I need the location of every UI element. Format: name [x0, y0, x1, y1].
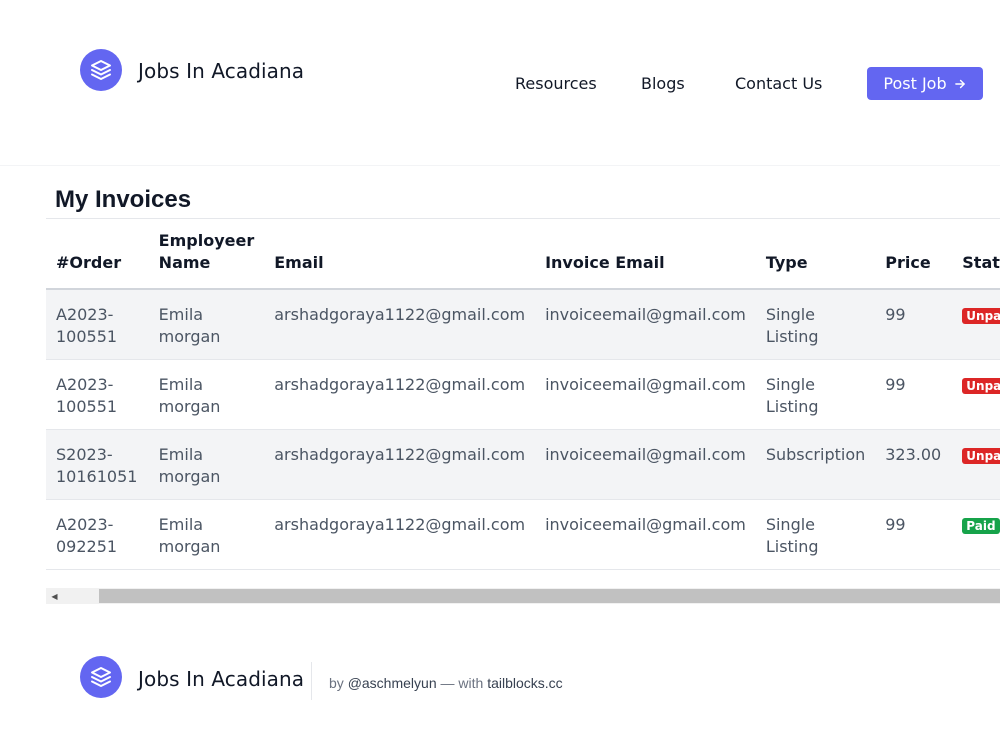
cell-invoice-email: invoiceemail@gmail.com [535, 429, 756, 499]
cell-invoice-email: invoiceemail@gmail.com [535, 289, 756, 359]
type-part: Single [765, 305, 816, 324]
brand-name[interactable]: Jobs In Acadiana [138, 59, 304, 83]
header-email: Email [264, 219, 536, 290]
name-part: Emila [158, 374, 204, 394]
cell-email: arshadgoraya1122@gmail.com [264, 289, 536, 359]
nav-resources[interactable]: Resources [515, 74, 597, 93]
nav-blogs[interactable]: Blogs [641, 74, 685, 93]
cell-price: 323.00 [875, 429, 953, 499]
cell-type: Single Listing [755, 499, 876, 569]
order-part: 092251 [56, 536, 118, 556]
type-part: Single [765, 514, 816, 534]
cell-price: 99 [875, 359, 953, 429]
order-part: A2023- [56, 305, 114, 324]
name-part: Emila [158, 444, 204, 464]
status-badge: Paid [962, 517, 1000, 534]
cell-employer-name: Emila morgan [148, 429, 265, 499]
footer-brand-logo[interactable] [80, 656, 122, 698]
table-row: A2023- 092251 Emila morgan arshadgoraya112… [46, 499, 1000, 569]
cell-employer-name: Emila morgan [148, 499, 265, 569]
cell-type: Single Listing [755, 289, 876, 359]
name-part: Emila [158, 514, 204, 534]
order-part: A2023- [56, 374, 114, 394]
credit-handle-link[interactable]: @aschmelyun [348, 675, 437, 691]
order-part: S2023- [56, 444, 113, 464]
credit-prefix: by [329, 675, 344, 691]
cell-email: arshadgoraya1122@gmail.com [264, 359, 536, 429]
footer-credit: by @aschmelyun — with tailblocks.cc [329, 675, 563, 691]
post-job-button[interactable]: Post Job [867, 67, 983, 100]
cell-order: A2023- 092251 [46, 499, 149, 569]
status-badge: Unpaid [962, 447, 1000, 464]
cell-email: arshadgoraya1122@gmail.com [264, 499, 536, 569]
layers-icon [91, 667, 111, 687]
credit-site-link[interactable]: tailblocks.cc [487, 675, 562, 691]
cell-order: S2023- 10161051 [46, 429, 149, 499]
header-price: Price [875, 219, 953, 290]
name-part: Emila [158, 305, 204, 324]
footer-divider [311, 662, 312, 700]
order-part: 100551 [56, 327, 118, 346]
scrollbar-thumb[interactable] [99, 589, 1000, 603]
post-job-label: Post Job [883, 74, 947, 93]
page-title: My Invoices [55, 186, 192, 213]
nav-contact-us[interactable]: Contact Us [735, 74, 822, 93]
header-invoice-email: Invoice Email [535, 219, 756, 290]
type-part: Listing [765, 536, 819, 556]
header-type: Type [755, 219, 876, 290]
cell-employer-name: Emila morgan [148, 359, 265, 429]
cell-order: A2023- 100551 [46, 359, 149, 429]
header-order: #Order [46, 219, 149, 290]
invoices-table-container: #Order Employeer Name Email Invoice Email… [46, 219, 1000, 587]
name-part: morgan [158, 536, 221, 556]
site-header: Jobs In Acadiana Resources Blogs Contact… [0, 0, 1000, 166]
horizontal-scrollbar[interactable]: ◀ [46, 588, 1000, 604]
brand-logo[interactable] [80, 49, 122, 91]
type-part: Listing [765, 396, 819, 416]
table-row: S2023- 10161051 Emila morgan arshadgoraya1… [46, 429, 1000, 499]
status-badge: Unpaid [962, 308, 1000, 324]
type-part: Single [765, 374, 816, 394]
cell-type: Single Listing [755, 359, 876, 429]
arrow-right-icon [954, 79, 965, 88]
name-part: morgan [158, 396, 221, 416]
cell-order: A2023- 100551 [46, 289, 149, 359]
cell-status: Unpaid [952, 289, 1000, 359]
invoices-table: #Order Employeer Name Email Invoice Email… [46, 219, 1000, 570]
header-status: Status [952, 219, 1000, 290]
cell-status: Paid [952, 499, 1000, 569]
order-part: A2023- [56, 514, 114, 534]
cell-status: Unpaid [952, 429, 1000, 499]
status-badge: Unpaid [962, 377, 1000, 394]
name-part: morgan [158, 327, 221, 346]
scroll-left-arrow-icon[interactable]: ◀ [46, 588, 63, 604]
cell-price: 99 [875, 499, 953, 569]
type-part: Listing [765, 327, 819, 346]
cell-invoice-email: invoiceemail@gmail.com [535, 499, 756, 569]
credit-mid: — with [440, 675, 484, 691]
cell-email: arshadgoraya1122@gmail.com [264, 429, 536, 499]
cell-price: 99 [875, 289, 953, 359]
cell-status: Unpaid [952, 359, 1000, 429]
header-employer-line2: Name [158, 253, 211, 272]
header-employer-line1: Employeer [158, 231, 255, 250]
layers-icon [91, 60, 111, 80]
header-employer-name: Employeer Name [148, 219, 265, 290]
cell-invoice-email: invoiceemail@gmail.com [535, 359, 756, 429]
cell-type: Subscription [755, 429, 876, 499]
order-part: 100551 [56, 396, 118, 416]
cell-employer-name: Emila morgan [148, 289, 265, 359]
footer-brand-name[interactable]: Jobs In Acadiana [138, 667, 304, 691]
order-part: 10161051 [56, 466, 138, 486]
name-part: morgan [158, 466, 221, 486]
table-header-row: #Order Employeer Name Email Invoice Email… [46, 219, 1000, 290]
table-row: A2023- 100551 Emila morgan arshadgoraya112… [46, 289, 1000, 359]
table-row: A2023- 100551 Emila morgan arshadgoraya112… [46, 359, 1000, 429]
